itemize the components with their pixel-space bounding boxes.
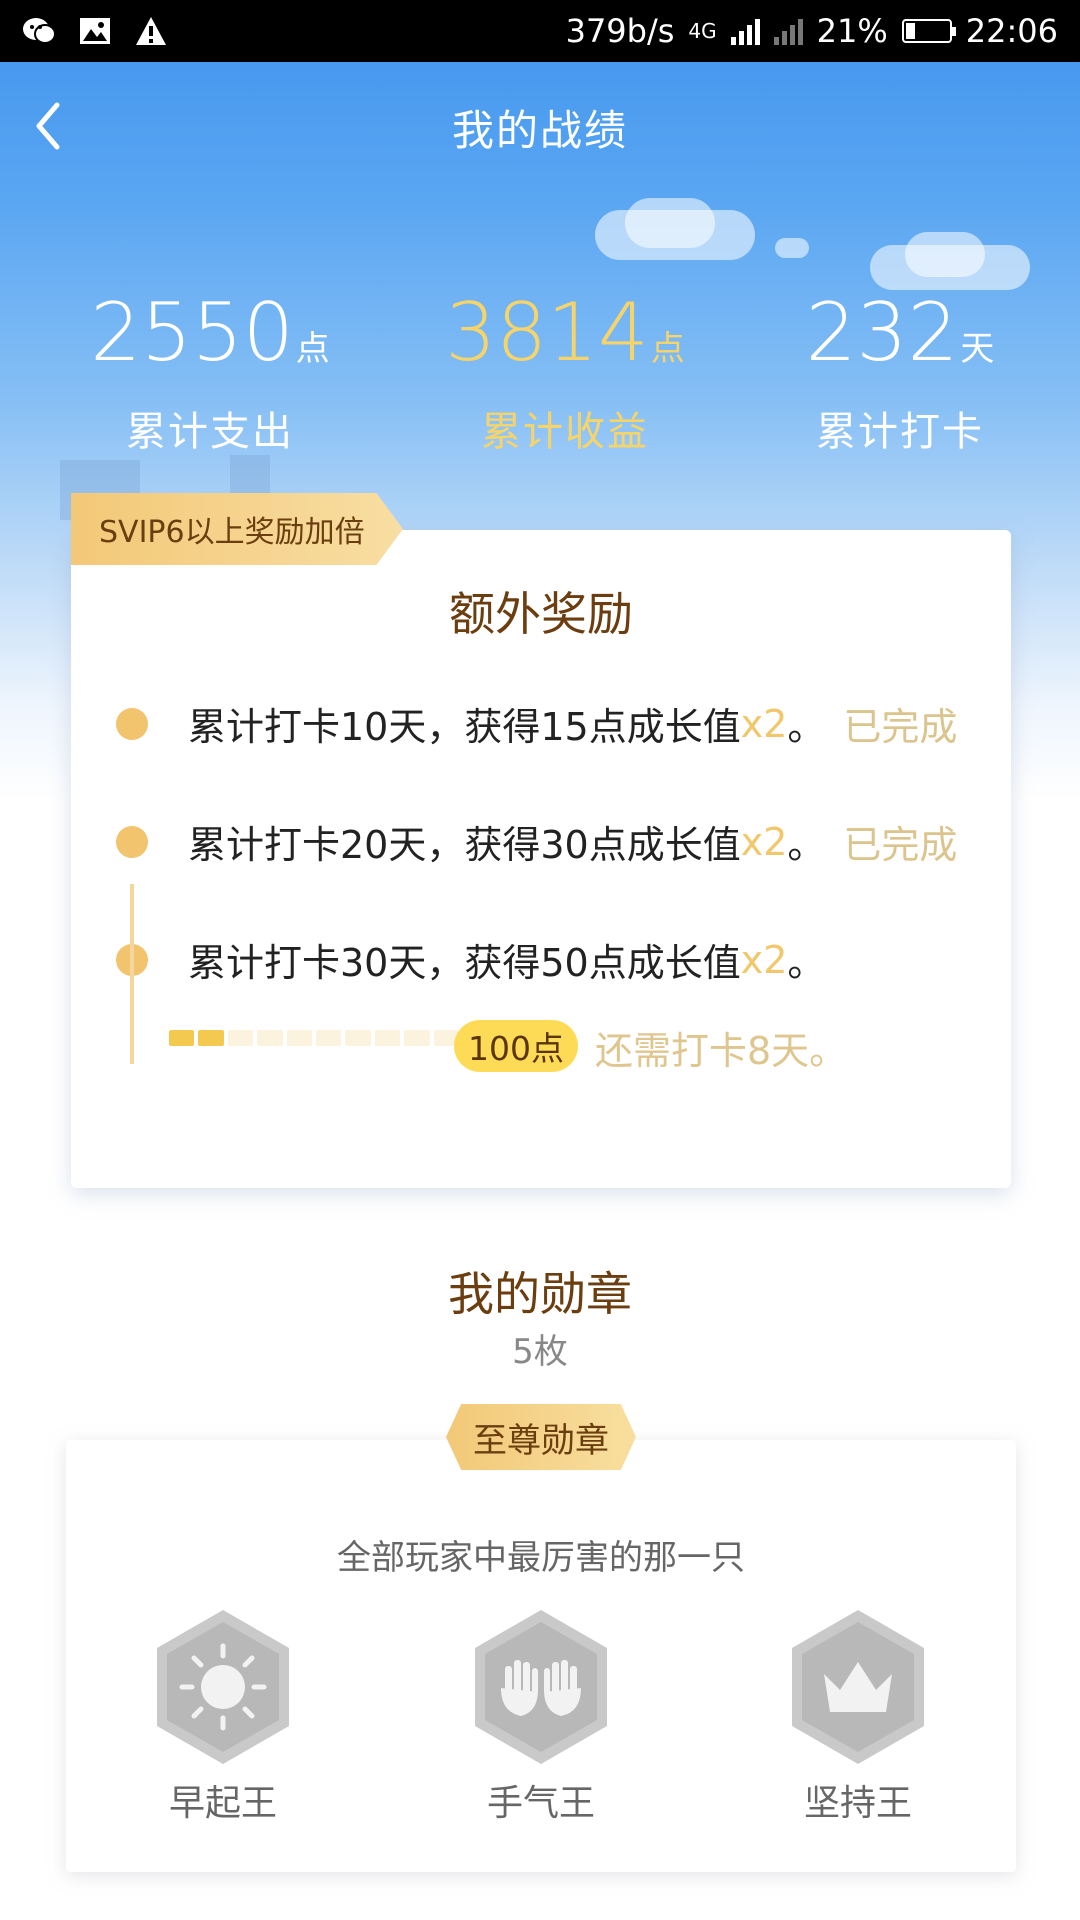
supreme-medal-tag: 至尊勋章 <box>446 1404 636 1470</box>
nav-bar: 我的战绩 <box>0 62 1080 192</box>
warning-icon <box>134 16 168 46</box>
reward-multiplier: x2 <box>740 937 788 982</box>
bullet-icon <box>116 825 148 858</box>
progress-segment <box>257 1030 283 1046</box>
progress-segment <box>316 1030 342 1046</box>
medals-count: 5枚 <box>512 1332 568 1372</box>
reward-text: 累计打卡10天，获得15点成长值 <box>188 705 741 749</box>
stat-label: 累计收益 <box>481 409 649 455</box>
stats-summary: 2550点 累计支出 3814点 累计收益 232天 累计打卡 <box>0 285 1080 455</box>
supreme-medal-card: 全部玩家中最厉害的那一只 早起王 手气王 坚持王 <box>66 1440 1016 1872</box>
network-speed: 379b/s <box>565 12 675 50</box>
status-bar: 379b/s 4G 21% 22:06 <box>0 0 1080 62</box>
medal-label: 手气王 <box>486 1783 595 1824</box>
medal-early-riser[interactable]: 早起王 <box>123 1608 323 1826</box>
progress-segment <box>374 1030 401 1046</box>
svip-bonus-tag: SVIP6以上奖励加倍 <box>71 493 403 565</box>
medal-lucky[interactable]: 手气王 <box>441 1608 641 1826</box>
reward-end: 。 <box>787 705 826 749</box>
sun-icon <box>153 1608 293 1766</box>
medal-subtitle: 全部玩家中最厉害的那一只 <box>337 1538 745 1578</box>
clock: 22:06 <box>965 12 1058 50</box>
reward-points-bubble: 100点 <box>454 1020 578 1072</box>
progress-segment <box>198 1030 224 1046</box>
stat-unit: 天 <box>960 329 995 369</box>
network-type: 4G <box>688 19 717 43</box>
crown-icon <box>788 1608 928 1766</box>
stat-expense: 2550点 累计支出 <box>60 285 360 457</box>
wechat-icon <box>22 16 56 46</box>
progress-segment <box>286 1030 313 1046</box>
signal-icon <box>730 17 760 45</box>
stat-income: 3814点 累计收益 <box>415 285 715 457</box>
medal-label: 坚持王 <box>803 1783 912 1824</box>
back-button[interactable] <box>18 96 78 156</box>
medals-title: 我的勋章 <box>448 1267 632 1321</box>
bullet-icon <box>116 707 148 740</box>
card-title: 额外奖励 <box>449 587 633 641</box>
progress-segment <box>227 1030 254 1046</box>
reward-row: 累计打卡20天，获得30点成长值 x2。已完成 <box>116 814 957 869</box>
page-title: 我的战绩 <box>451 105 628 155</box>
reward-multiplier: x2 <box>740 819 788 864</box>
reward-row: 累计打卡10天，获得15点成长值 x2。已完成 <box>116 696 957 751</box>
stat-unit: 点 <box>650 329 685 369</box>
stat-unit: 点 <box>295 329 330 369</box>
chevron-left-icon <box>36 102 60 150</box>
medal-persistence[interactable]: 坚持王 <box>758 1608 958 1826</box>
signal-2-icon <box>773 17 803 45</box>
stat-value: 2550 <box>90 286 294 379</box>
progress-segment <box>345 1030 371 1046</box>
image-icon <box>78 16 112 46</box>
remaining-days-text: 还需打卡8天。 <box>595 1029 848 1073</box>
reward-text: 累计打卡30天，获得50点成长值 <box>188 941 741 985</box>
timeline-line <box>130 884 134 1064</box>
medal-label: 早起王 <box>168 1783 277 1824</box>
battery-percent: 21% <box>816 12 888 50</box>
reward-row: 累计打卡30天，获得50点成长值 x2。 <box>116 932 825 987</box>
stat-label: 累计打卡 <box>816 409 984 455</box>
progress-segment <box>169 1030 195 1046</box>
extra-reward-card: 额外奖励 累计打卡10天，获得15点成长值 x2。已完成 累计打卡20天，获得30… <box>71 530 1011 1188</box>
stat-value: 3814 <box>445 286 649 379</box>
hands-icon <box>471 1608 611 1766</box>
completed-status: 已完成 <box>843 705 958 749</box>
checkin-progress-bar <box>169 1030 460 1046</box>
completed-status: 已完成 <box>843 823 958 867</box>
reward-end: 。 <box>787 941 826 985</box>
stat-value: 232 <box>805 286 959 379</box>
reward-text: 累计打卡20天，获得30点成长值 <box>188 823 741 867</box>
stat-checkin: 232天 累计打卡 <box>750 285 1050 457</box>
battery-icon <box>901 19 956 43</box>
reward-end: 。 <box>787 823 826 867</box>
stat-label: 累计支出 <box>126 409 294 455</box>
reward-multiplier: x2 <box>740 701 788 746</box>
progress-segment <box>404 1030 430 1046</box>
